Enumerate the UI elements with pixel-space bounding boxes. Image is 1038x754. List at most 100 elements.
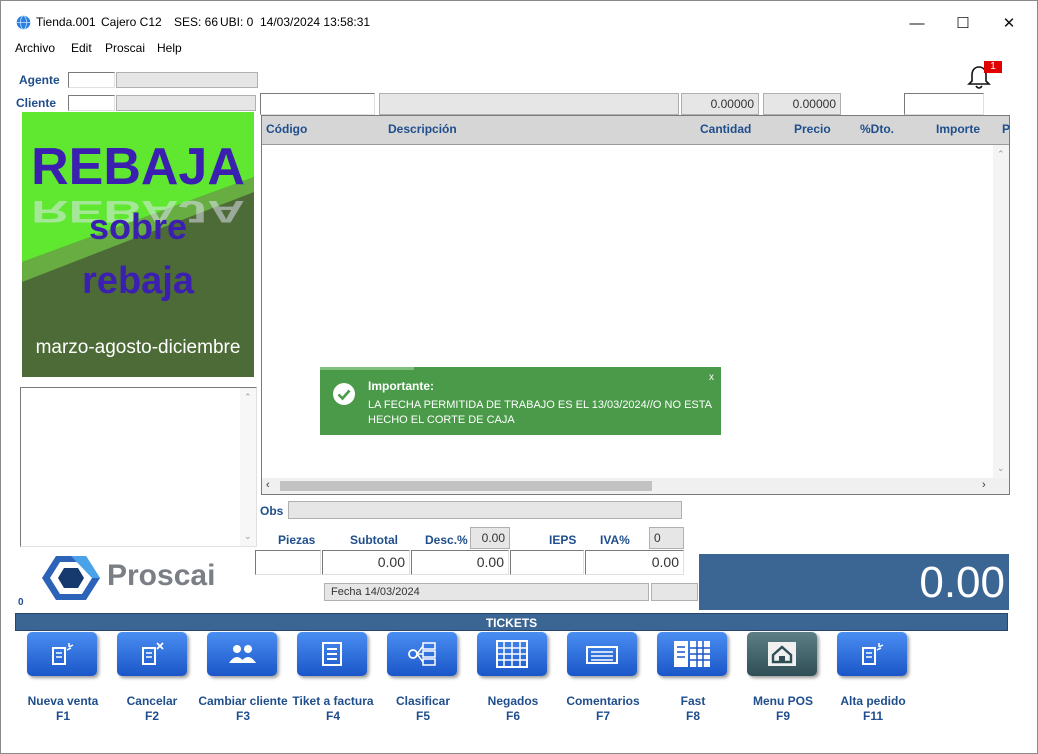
add-order-icon xyxy=(862,643,884,665)
codigo-input[interactable] xyxy=(260,93,375,115)
nueva-venta-label[interactable]: Nueva venta F1 xyxy=(17,694,109,724)
title-datetime: 14/03/2024 13:58:31 xyxy=(260,15,371,29)
descripcion-field xyxy=(379,93,679,115)
nueva-venta-button[interactable] xyxy=(27,632,97,676)
title-bar: Tienda.001 Cajero C12 SES: 66 UBI: 0 14/… xyxy=(1,1,1037,39)
title-session: SES: 66 xyxy=(174,15,219,29)
promo-sobre: sobre xyxy=(88,206,188,247)
brand-name: Proscai xyxy=(107,559,216,592)
users-icon xyxy=(229,645,256,663)
hierarchy-icon xyxy=(408,642,436,666)
cambiar-cliente-label[interactable]: Cambiar cliente F3 xyxy=(193,694,293,724)
check-circle-icon xyxy=(333,383,355,405)
home-icon xyxy=(768,642,796,666)
fast-label[interactable]: Fast F8 xyxy=(647,694,739,724)
menu-archivo[interactable]: Archivo xyxy=(15,41,55,55)
title-store: Tienda.001 xyxy=(36,15,96,29)
agente-code-input[interactable] xyxy=(68,72,115,88)
tiket-a-factura-label[interactable]: Tiket a factura F4 xyxy=(287,694,379,724)
cancelar-button[interactable] xyxy=(117,632,187,676)
agente-label: Agente xyxy=(19,73,60,87)
fecha-extra-field xyxy=(651,583,698,601)
close-button[interactable]: ✕ xyxy=(993,9,1025,37)
fecha-field: Fecha 14/03/2024 xyxy=(324,583,649,601)
tickets-bar[interactable]: TICKETS xyxy=(15,613,1008,631)
desc-amount-field: 0.00 xyxy=(411,550,509,575)
promo-months: marzo-agosto-diciembre xyxy=(35,337,241,358)
col-precio[interactable]: Precio xyxy=(794,122,831,136)
invoice-icon xyxy=(322,642,342,666)
cancel-doc-icon xyxy=(142,642,164,665)
extra-input[interactable] xyxy=(904,93,984,115)
notes-scrollbar[interactable]: ⌃ ⌄ xyxy=(240,388,256,546)
warning-toast: Importante: LA FECHA PERMITIDA DE TRABAJ… xyxy=(320,367,721,435)
menu-edit[interactable]: Edit xyxy=(71,41,92,55)
alta-pedido-label[interactable]: Alta pedido F11 xyxy=(827,694,919,724)
clasificar-button[interactable] xyxy=(387,632,457,676)
desc-percent-field: 0.00 xyxy=(470,527,510,549)
proscai-logo-icon xyxy=(42,556,100,600)
col-importe[interactable]: Importe xyxy=(936,122,980,136)
grid-vscrollbar[interactable]: ⌃ ⌄ xyxy=(993,145,1009,478)
grid-scroll-down-icon[interactable]: ⌄ xyxy=(997,463,1005,474)
grid-hscrollbar[interactable]: ‹ › xyxy=(262,478,1009,494)
spreadsheet-icon xyxy=(674,641,710,667)
toast-line2: HECHO EL CORTE DE CAJA xyxy=(368,414,515,426)
col-cantidad[interactable]: Cantidad xyxy=(700,122,751,136)
globe-icon xyxy=(16,15,31,30)
toast-progress xyxy=(320,367,414,370)
clasificar-label[interactable]: Clasificar F5 xyxy=(377,694,469,724)
menu-help[interactable]: Help xyxy=(157,41,182,55)
maximize-button[interactable]: ☐ xyxy=(947,9,979,37)
agente-name-field xyxy=(116,72,258,88)
menu-pos-button[interactable] xyxy=(747,632,817,676)
menu-proscai[interactable]: Proscai xyxy=(105,41,145,55)
fast-button[interactable] xyxy=(657,632,727,676)
new-doc-icon xyxy=(52,643,74,665)
col-descripcion[interactable]: Descripción xyxy=(388,122,457,136)
negados-button[interactable] xyxy=(477,632,547,676)
desc-label: Desc.% xyxy=(425,533,468,547)
notification-badge: 1 xyxy=(984,61,1002,73)
items-grid[interactable]: Código Descripción Cantidad Precio %Dto.… xyxy=(261,115,1010,495)
scroll-up-icon[interactable]: ⌃ xyxy=(244,392,252,403)
cambiar-cliente-button[interactable] xyxy=(207,632,277,676)
col-p[interactable]: P xyxy=(1002,122,1010,136)
iva-label: IVA% xyxy=(600,533,630,547)
promo-title: REBAJA xyxy=(31,138,245,196)
minimize-button[interactable]: — xyxy=(901,9,933,37)
obs-label: Obs xyxy=(260,504,284,518)
menu-bar: Archivo Edit Proscai Help xyxy=(1,39,1037,59)
grid-table-icon xyxy=(496,640,528,668)
scroll-right-icon[interactable]: › xyxy=(982,479,986,491)
negados-label[interactable]: Negados F6 xyxy=(467,694,559,724)
iva-amount-field: 0.00 xyxy=(585,550,684,575)
grand-total-display: 0.00 xyxy=(699,554,1009,610)
piezas-label: Piezas xyxy=(278,533,316,547)
comentarios-label[interactable]: Comentarios F7 xyxy=(557,694,649,724)
obs-field xyxy=(288,501,682,519)
title-cashier: Cajero C12 xyxy=(101,15,162,29)
counter-value: 0 xyxy=(18,597,24,608)
ieps-label: IEPS xyxy=(549,533,577,547)
comentarios-button[interactable] xyxy=(567,632,637,676)
piezas-field xyxy=(255,550,321,575)
scroll-down-icon[interactable]: ⌄ xyxy=(244,531,252,542)
alta-pedido-button[interactable] xyxy=(837,632,907,676)
menu-pos-label[interactable]: Menu POS F9 xyxy=(737,694,829,724)
toast-close-button[interactable]: x xyxy=(709,372,714,383)
comment-doc-icon xyxy=(586,646,618,664)
col-codigo[interactable]: Código xyxy=(266,122,307,136)
tiket-a-factura-button[interactable] xyxy=(297,632,367,676)
toast-line1: LA FECHA PERMITIDA DE TRABAJO ES EL 13/0… xyxy=(368,399,712,411)
app-window: Tienda.001 Cajero C12 SES: 66 UBI: 0 14/… xyxy=(0,0,1038,754)
precio-value-field: 0.00000 xyxy=(763,93,841,115)
title-ubi: UBI: 0 xyxy=(220,15,254,29)
grid-hscroll-thumb[interactable] xyxy=(280,481,652,491)
grid-scroll-up-icon[interactable]: ⌃ xyxy=(997,149,1005,160)
cancelar-label[interactable]: Cancelar F2 xyxy=(106,694,198,724)
scroll-left-icon[interactable]: ‹ xyxy=(266,479,270,491)
notes-textarea[interactable]: ⌃ ⌄ xyxy=(20,387,257,547)
col-dto[interactable]: %Dto. xyxy=(860,122,894,136)
cliente-code-input[interactable] xyxy=(68,95,115,111)
